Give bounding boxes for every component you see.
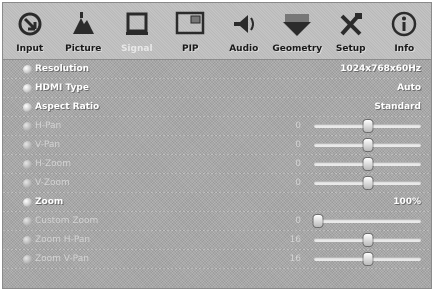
tab-label: PIP: [181, 44, 199, 54]
bullet-icon: [23, 255, 32, 264]
pip-icon: [174, 10, 206, 38]
setting-number: 16: [289, 235, 301, 245]
setting-slider[interactable]: [314, 139, 421, 151]
slider-knob[interactable]: [363, 139, 372, 151]
tab-geometry[interactable]: Geometry: [271, 3, 325, 59]
setting-row: H-Zoom 0: [3, 155, 431, 174]
setting-label: H-Zoom: [35, 159, 71, 169]
bullet-icon: [23, 236, 32, 245]
setting-number: 0: [295, 178, 301, 188]
tab-picture[interactable]: Picture: [57, 3, 111, 59]
setting-number: 0: [295, 140, 301, 150]
tab-signal[interactable]: Signal: [110, 3, 164, 59]
tab-audio[interactable]: Audio: [217, 3, 271, 59]
setting-label: Custom Zoom: [35, 216, 99, 226]
setting-slider[interactable]: [314, 158, 421, 170]
tools-icon: [335, 10, 367, 38]
slider-knob[interactable]: [363, 120, 372, 132]
setting-number: 0: [295, 121, 301, 131]
tab-label: Setup: [335, 44, 366, 54]
setting-row[interactable]: Zoom 100%: [3, 193, 431, 212]
tab-setup[interactable]: Setup: [324, 3, 378, 59]
setting-row: H-Pan 0: [3, 117, 431, 136]
setting-number: 16: [289, 254, 301, 264]
tab-label: Input: [16, 44, 44, 54]
bullet-icon: [23, 198, 32, 207]
bullet-icon: [23, 141, 32, 150]
slider-knob[interactable]: [363, 177, 372, 189]
setting-row[interactable]: Aspect Ratio Standard: [3, 98, 431, 117]
setting-value: Auto: [397, 83, 421, 93]
setting-slider[interactable]: [313, 215, 421, 227]
setting-row: V-Pan 0: [3, 136, 431, 155]
info-icon: [388, 10, 420, 38]
slider-track: [314, 219, 421, 223]
tab-label: Info: [394, 44, 415, 54]
bullet-icon: [23, 217, 32, 226]
setting-slider[interactable]: [314, 253, 421, 265]
geometry-icon: [281, 10, 313, 38]
slider-knob[interactable]: [313, 215, 323, 227]
bullet-icon: [23, 84, 32, 93]
setting-slider[interactable]: [314, 120, 421, 132]
tab-pip[interactable]: PIP: [164, 3, 218, 59]
row-divider: [3, 268, 431, 269]
setting-row: Custom Zoom 0: [3, 212, 431, 231]
slider-knob[interactable]: [363, 234, 372, 246]
setting-label: Resolution: [35, 64, 90, 74]
setting-slider[interactable]: [314, 234, 421, 246]
setting-label: Zoom V-Pan: [35, 254, 89, 264]
setting-number: 0: [295, 159, 301, 169]
setting-slider[interactable]: [314, 177, 421, 189]
slider-knob[interactable]: [363, 253, 372, 265]
setting-number: 0: [295, 216, 301, 226]
input-icon: [14, 10, 46, 38]
setting-label: Zoom: [35, 197, 64, 207]
tab-label: Geometry: [272, 44, 323, 54]
settings-list: Resolution 1024x768x60Hz HDMI Type Auto Aspe…: [3, 60, 431, 269]
tab-label: Audio: [229, 44, 259, 54]
bullet-icon: [23, 103, 32, 112]
bullet-icon: [23, 160, 32, 169]
setting-value: Standard: [374, 102, 421, 112]
tab-bar: Input Picture Signal PIP Audio Geometry Setup I…: [3, 3, 431, 60]
setting-label: HDMI Type: [35, 83, 89, 93]
setting-label: V-Zoom: [35, 178, 70, 188]
bullet-icon: [23, 122, 32, 131]
tab-input[interactable]: Input: [3, 3, 57, 59]
setting-value: 100%: [393, 197, 421, 207]
setting-row[interactable]: Resolution 1024x768x60Hz: [3, 60, 431, 79]
setting-row: Zoom H-Pan 16: [3, 231, 431, 250]
picture-icon: [67, 10, 99, 38]
setting-row: V-Zoom 0: [3, 174, 431, 193]
setting-label: H-Pan: [35, 121, 62, 131]
speaker-icon: [228, 10, 260, 38]
setting-row[interactable]: HDMI Type Auto: [3, 79, 431, 98]
bullet-icon: [23, 179, 32, 188]
setting-value: 1024x768x60Hz: [340, 64, 421, 74]
setting-label: Aspect Ratio: [35, 102, 100, 112]
osd-menu: Input Picture Signal PIP Audio Geometry Setup I…: [2, 2, 432, 289]
slider-knob[interactable]: [363, 158, 372, 170]
setting-label: Zoom H-Pan: [35, 235, 91, 245]
setting-label: V-Pan: [35, 140, 61, 150]
tab-label: Picture: [65, 44, 102, 54]
tab-info[interactable]: Info: [378, 3, 432, 59]
tab-label: Signal: [120, 44, 153, 54]
setting-row: Zoom V-Pan 16: [3, 250, 431, 269]
signal-icon: [121, 10, 153, 38]
bullet-icon: [23, 65, 32, 74]
